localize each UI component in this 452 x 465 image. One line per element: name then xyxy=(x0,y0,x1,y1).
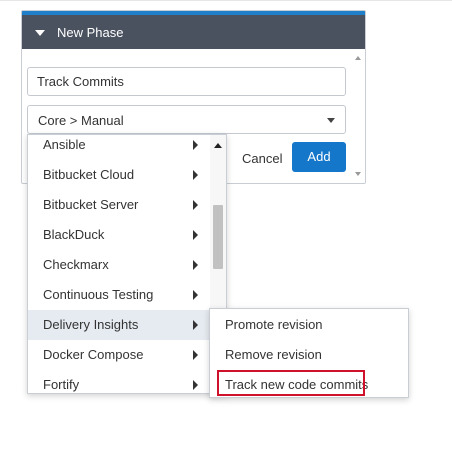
chevron-right-icon xyxy=(193,170,198,180)
panel-header[interactable]: New Phase xyxy=(22,11,365,49)
add-button[interactable]: Add xyxy=(292,142,346,172)
chevron-right-icon xyxy=(193,350,198,360)
menu-item-docker-compose[interactable]: Docker Compose xyxy=(28,340,211,370)
menu-item-label: Continuous Testing xyxy=(43,287,154,302)
menu-item-fortify[interactable]: Fortify xyxy=(28,370,211,393)
highlight-box xyxy=(217,370,365,396)
menu-item-checkmarx[interactable]: Checkmarx xyxy=(28,250,211,280)
menu-item-delivery-insights[interactable]: Delivery Insights xyxy=(28,310,211,340)
category-menu: Ansible Bitbucket Cloud Bitbucket Server… xyxy=(27,134,227,394)
chevron-down-icon xyxy=(327,118,335,123)
panel-scrollbar[interactable] xyxy=(352,49,365,183)
menu-item-blackduck[interactable]: BlackDuck xyxy=(28,220,211,250)
submenu-item-remove-revision[interactable]: Remove revision xyxy=(225,347,322,363)
scrollbar-thumb[interactable] xyxy=(213,205,223,269)
submenu-item-promote-revision[interactable]: Promote revision xyxy=(225,317,323,333)
top-divider xyxy=(0,0,452,1)
menu-item-label: Bitbucket Cloud xyxy=(43,167,135,182)
chevron-right-icon xyxy=(193,320,198,330)
chevron-right-icon xyxy=(193,290,198,300)
menu-item-label: Ansible xyxy=(43,137,86,152)
menu-item-continuous-testing[interactable]: Continuous Testing xyxy=(28,280,211,310)
menu-item-label: Bitbucket Server xyxy=(43,197,139,212)
scroll-down-icon[interactable] xyxy=(355,172,361,176)
menu-item-label: Fortify xyxy=(43,377,80,392)
chevron-right-icon xyxy=(193,380,198,390)
phase-name-input[interactable]: Track Commits xyxy=(27,67,346,96)
scroll-up-icon[interactable] xyxy=(355,56,361,60)
chevron-right-icon xyxy=(193,260,198,270)
menu-item-bitbucket-cloud[interactable]: Bitbucket Cloud xyxy=(28,160,211,190)
chevron-right-icon xyxy=(193,140,198,150)
panel-title: New Phase xyxy=(57,25,124,40)
menu-item-label: Delivery Insights xyxy=(43,317,139,332)
scroll-up-icon[interactable] xyxy=(214,143,222,148)
category-menu-list: Ansible Bitbucket Cloud Bitbucket Server… xyxy=(28,135,211,393)
menu-item-label: Docker Compose xyxy=(43,347,144,362)
menu-item-label: Checkmarx xyxy=(43,257,109,272)
cancel-button[interactable]: Cancel xyxy=(242,151,282,166)
phase-type-select[interactable]: Core > Manual xyxy=(27,105,346,134)
menu-item-label: BlackDuck xyxy=(43,227,105,242)
phase-type-value: Core > Manual xyxy=(38,113,124,128)
collapse-caret-icon[interactable] xyxy=(35,30,45,36)
menu-item-ansible[interactable]: Ansible xyxy=(28,135,211,160)
menu-item-bitbucket-server[interactable]: Bitbucket Server xyxy=(28,190,211,220)
chevron-right-icon xyxy=(193,200,198,210)
chevron-right-icon xyxy=(193,230,198,240)
